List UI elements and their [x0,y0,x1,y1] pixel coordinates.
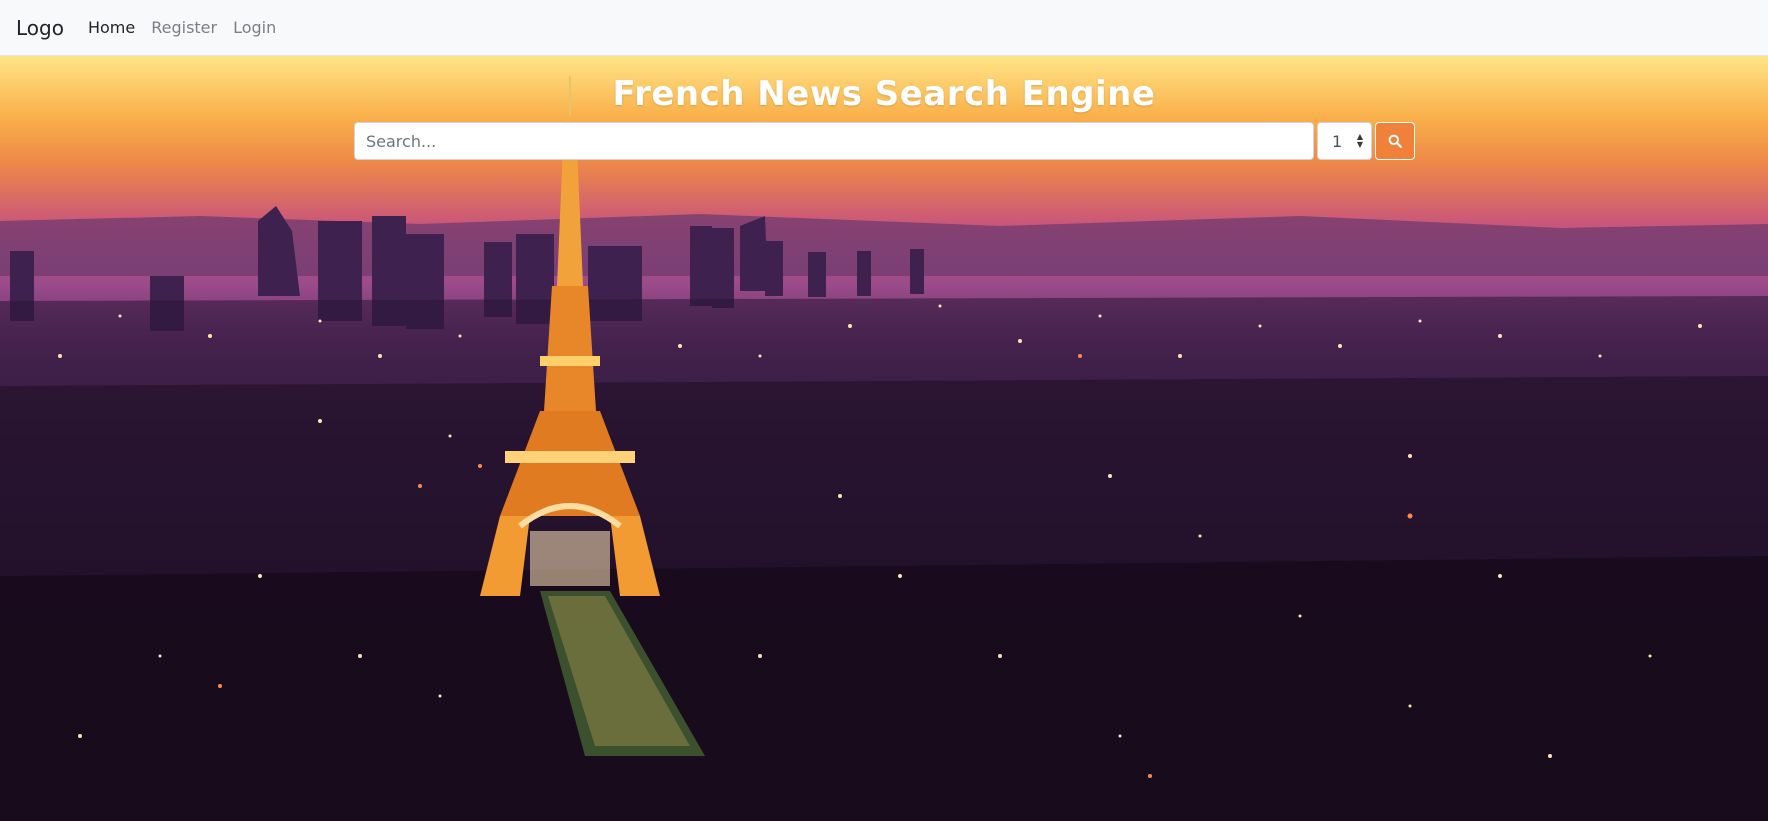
nav-login-link[interactable]: Login [233,18,276,37]
search-icon [1388,134,1402,148]
hero-banner: French News Search Engine 1 ▲▼ [0,56,1768,821]
navbar: Logo Home Register Login [0,0,1768,56]
nav-home-link[interactable]: Home [88,18,135,37]
results-count-value: 1 [1332,131,1343,151]
page-title: French News Search Engine [612,74,1156,114]
paris-night-background [0,76,1768,821]
brand-logo[interactable]: Logo [16,16,64,40]
select-arrows-icon: ▲ ▼ [1356,132,1363,149]
search-bar: 1 ▲▼ [354,122,1415,160]
search-input[interactable] [354,122,1314,160]
search-button[interactable] [1375,122,1415,160]
results-count-select[interactable]: 1 ▲ ▼ [1317,122,1372,160]
nav-register-link[interactable]: Register [151,18,217,37]
